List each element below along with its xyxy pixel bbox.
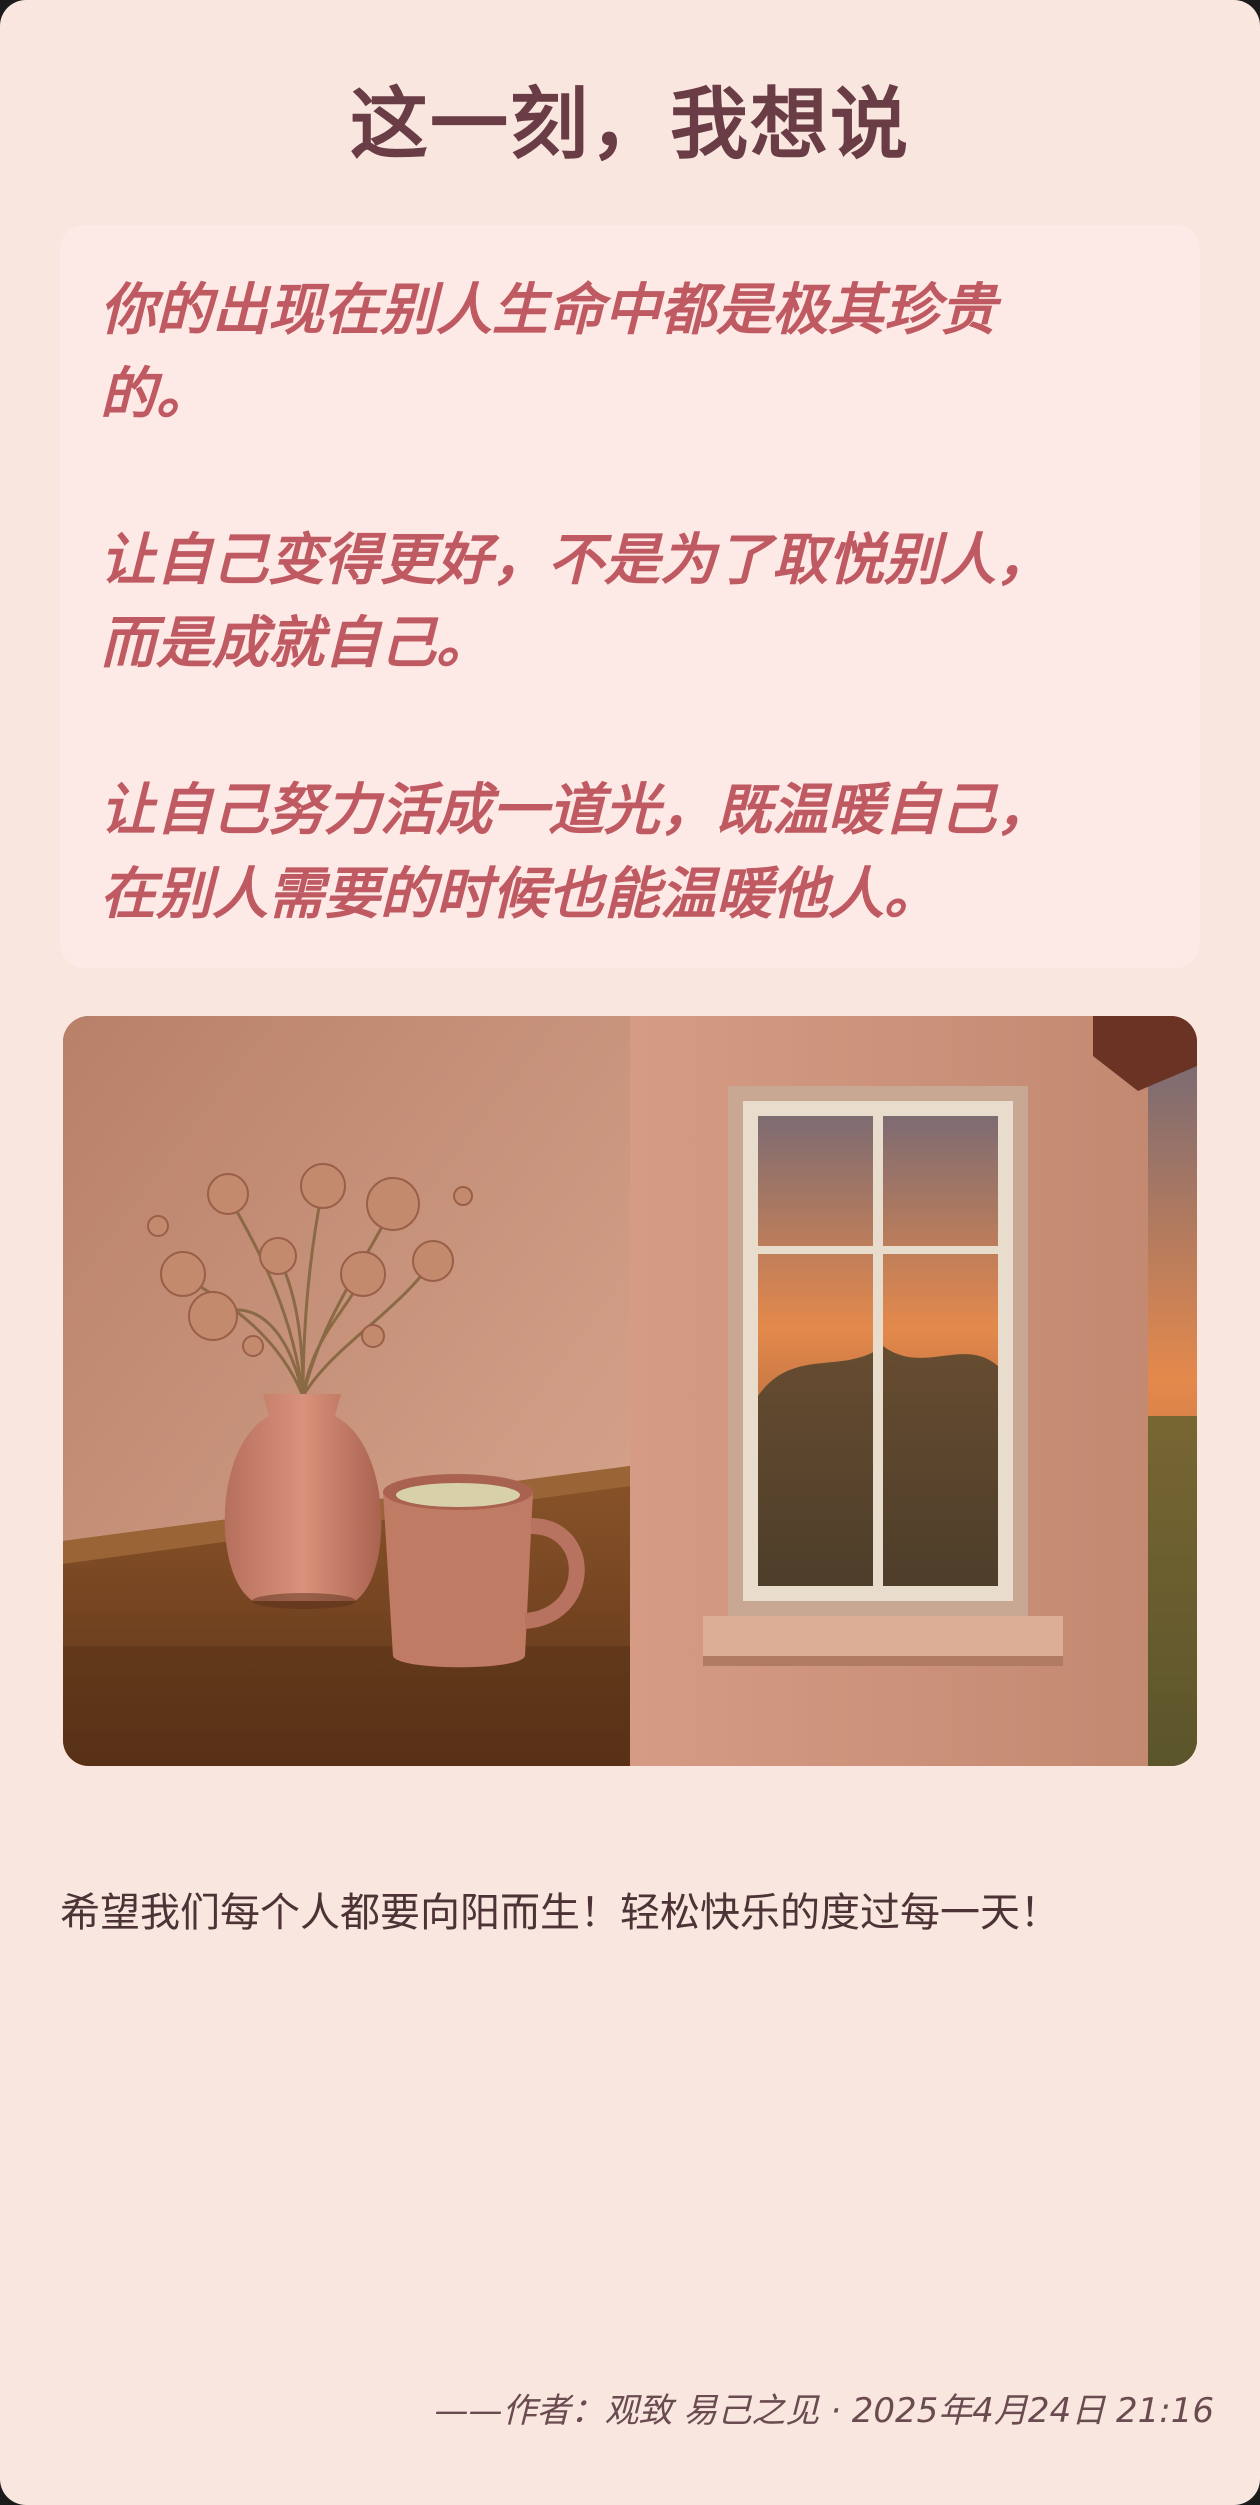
post-image[interactable] (63, 1016, 1197, 1766)
quote-line: 在别人需要的时候也能温暖他人。 (100, 862, 940, 927)
quote-line: 的。 (100, 362, 212, 427)
photo-illustration (63, 1016, 1197, 1766)
quote-box: 你的出现在别人生命中都是极其珍贵 的。 让自己变得更好，不是为了取悦别人， 而是… (60, 225, 1200, 968)
quote-line: 让自己努力活成一道光，既温暖自己， (100, 778, 1052, 843)
quote-line: 你的出现在别人生命中都是极其珍贵 (100, 278, 996, 343)
quote-line: 而是成就自己。 (100, 611, 492, 676)
quote-line: 让自己变得更好，不是为了取悦别人， (100, 528, 1052, 593)
author-footer: ——作者：观致 易己之见 · 2025年4月24日 21:16 (434, 2391, 1214, 2431)
page-title: 这一刻，我想说 (349, 80, 910, 170)
wish-text: 希望我们每个人都要向阳而生！轻松快乐的度过每一天！ (60, 1890, 1060, 1936)
post-card: 这一刻，我想说 你的出现在别人生命中都是极其珍贵 的。 让自己变得更好，不是为了… (0, 0, 1260, 2505)
